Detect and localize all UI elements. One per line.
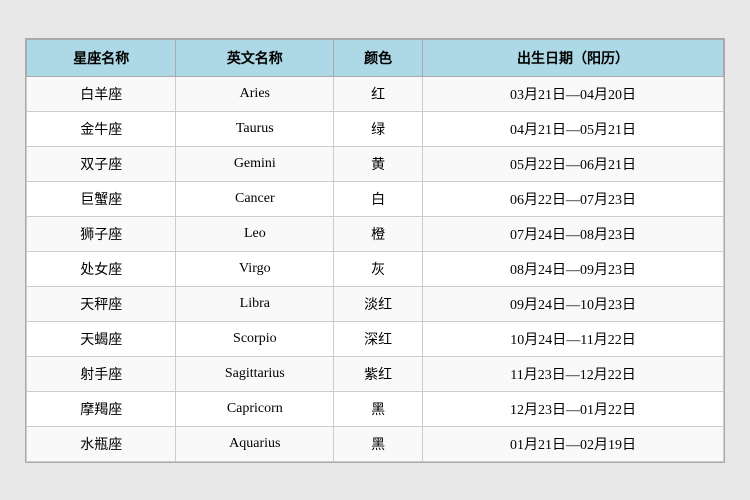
cell-dates: 07月24日—08月23日 — [423, 216, 724, 251]
cell-color: 黑 — [334, 426, 423, 461]
table-row: 处女座Virgo灰08月24日—09月23日 — [27, 251, 724, 286]
header-dates: 出生日期（阳历） — [423, 39, 724, 76]
cell-dates: 11月23日—12月22日 — [423, 356, 724, 391]
cell-chinese-name: 双子座 — [27, 146, 176, 181]
cell-chinese-name: 水瓶座 — [27, 426, 176, 461]
cell-dates: 09月24日—10月23日 — [423, 286, 724, 321]
zodiac-table: 星座名称 英文名称 颜色 出生日期（阳历） 白羊座Aries红03月21日—04… — [26, 39, 724, 462]
table-row: 射手座Sagittarius紫红11月23日—12月22日 — [27, 356, 724, 391]
cell-color: 深红 — [334, 321, 423, 356]
cell-chinese-name: 白羊座 — [27, 76, 176, 111]
table-row: 巨蟹座Cancer白06月22日—07月23日 — [27, 181, 724, 216]
table-body: 白羊座Aries红03月21日—04月20日金牛座Taurus绿04月21日—0… — [27, 76, 724, 461]
cell-dates: 06月22日—07月23日 — [423, 181, 724, 216]
table-row: 双子座Gemini黄05月22日—06月21日 — [27, 146, 724, 181]
zodiac-table-container: 星座名称 英文名称 颜色 出生日期（阳历） 白羊座Aries红03月21日—04… — [25, 38, 725, 463]
table-header-row: 星座名称 英文名称 颜色 出生日期（阳历） — [27, 39, 724, 76]
cell-chinese-name: 射手座 — [27, 356, 176, 391]
cell-english-name: Libra — [176, 286, 334, 321]
cell-chinese-name: 天秤座 — [27, 286, 176, 321]
cell-dates: 03月21日—04月20日 — [423, 76, 724, 111]
cell-english-name: Taurus — [176, 111, 334, 146]
table-row: 天蝎座Scorpio深红10月24日—11月22日 — [27, 321, 724, 356]
cell-english-name: Capricorn — [176, 391, 334, 426]
header-chinese-name: 星座名称 — [27, 39, 176, 76]
cell-chinese-name: 金牛座 — [27, 111, 176, 146]
table-row: 天秤座Libra淡红09月24日—10月23日 — [27, 286, 724, 321]
cell-color: 灰 — [334, 251, 423, 286]
cell-color: 绿 — [334, 111, 423, 146]
table-row: 金牛座Taurus绿04月21日—05月21日 — [27, 111, 724, 146]
cell-color: 黄 — [334, 146, 423, 181]
cell-english-name: Leo — [176, 216, 334, 251]
cell-chinese-name: 巨蟹座 — [27, 181, 176, 216]
table-row: 狮子座Leo橙07月24日—08月23日 — [27, 216, 724, 251]
table-row: 摩羯座Capricorn黑12月23日—01月22日 — [27, 391, 724, 426]
header-english-name: 英文名称 — [176, 39, 334, 76]
cell-chinese-name: 摩羯座 — [27, 391, 176, 426]
cell-dates: 05月22日—06月21日 — [423, 146, 724, 181]
cell-color: 淡红 — [334, 286, 423, 321]
cell-dates: 01月21日—02月19日 — [423, 426, 724, 461]
table-row: 水瓶座Aquarius黑01月21日—02月19日 — [27, 426, 724, 461]
cell-chinese-name: 狮子座 — [27, 216, 176, 251]
table-row: 白羊座Aries红03月21日—04月20日 — [27, 76, 724, 111]
cell-english-name: Virgo — [176, 251, 334, 286]
cell-color: 橙 — [334, 216, 423, 251]
cell-english-name: Aries — [176, 76, 334, 111]
header-color: 颜色 — [334, 39, 423, 76]
cell-english-name: Cancer — [176, 181, 334, 216]
cell-english-name: Gemini — [176, 146, 334, 181]
cell-english-name: Sagittarius — [176, 356, 334, 391]
cell-chinese-name: 天蝎座 — [27, 321, 176, 356]
cell-dates: 10月24日—11月22日 — [423, 321, 724, 356]
cell-dates: 12月23日—01月22日 — [423, 391, 724, 426]
cell-english-name: Scorpio — [176, 321, 334, 356]
cell-english-name: Aquarius — [176, 426, 334, 461]
cell-dates: 08月24日—09月23日 — [423, 251, 724, 286]
cell-chinese-name: 处女座 — [27, 251, 176, 286]
cell-color: 白 — [334, 181, 423, 216]
cell-color: 紫红 — [334, 356, 423, 391]
cell-dates: 04月21日—05月21日 — [423, 111, 724, 146]
cell-color: 红 — [334, 76, 423, 111]
cell-color: 黑 — [334, 391, 423, 426]
